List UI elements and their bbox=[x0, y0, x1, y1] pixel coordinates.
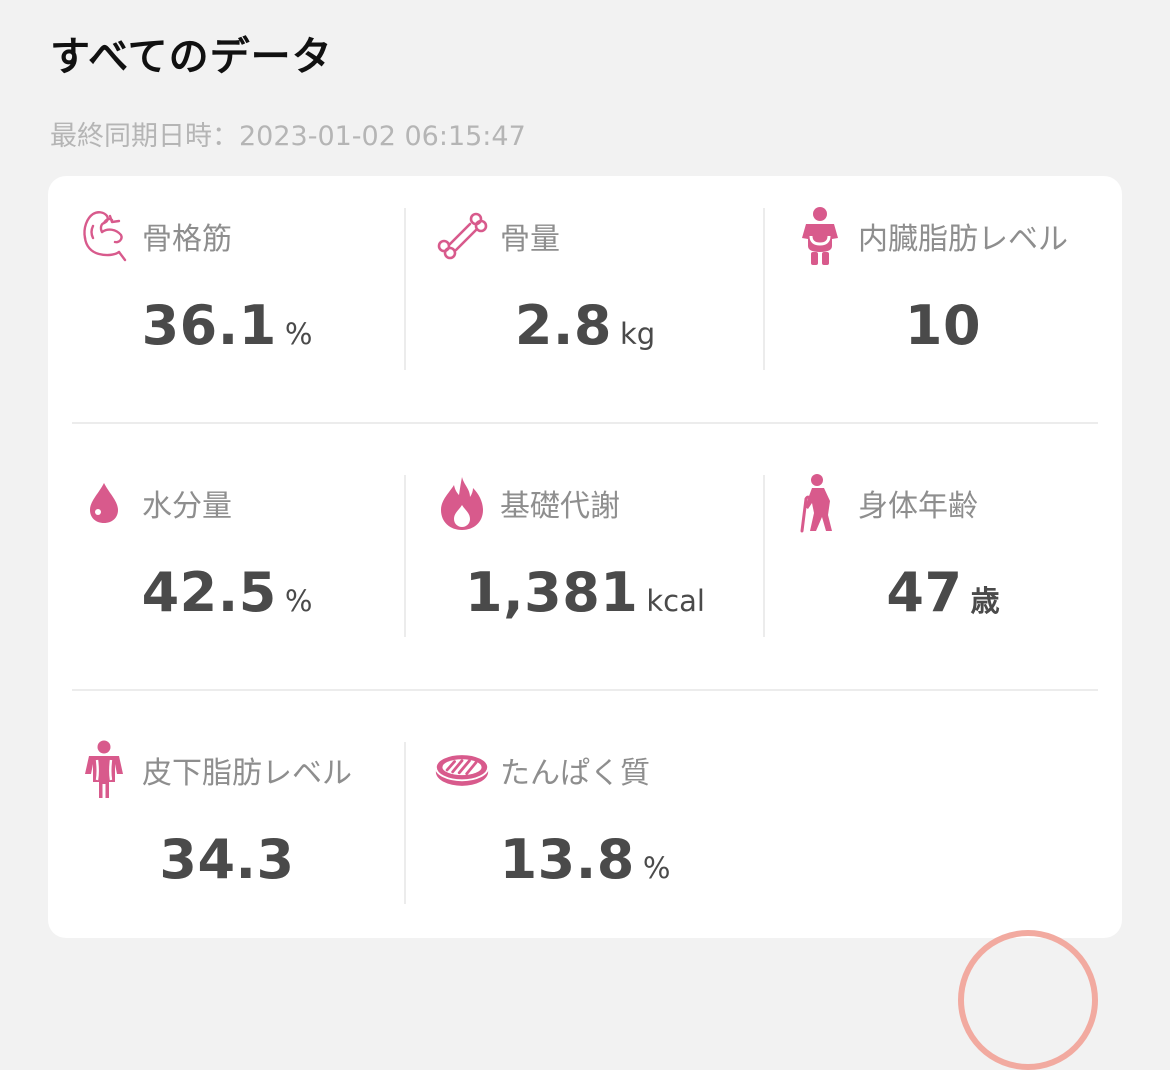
last-sync-timestamp: 2023-01-02 06:15:47 bbox=[239, 121, 526, 152]
metrics-row: 骨格筋 36.1% 骨量 2.8 kg 内臓脂肪レベル 10 bbox=[48, 176, 1122, 442]
metric-unit: kg bbox=[619, 317, 656, 351]
floating-action-button[interactable] bbox=[958, 930, 1098, 1070]
metrics-row: 水分量 42.5% 基礎代謝 1,381 kcal 身体年齢 47 歳 bbox=[48, 443, 1122, 709]
metric-value: 1,381 kcal bbox=[406, 561, 764, 624]
water-drop-icon bbox=[76, 473, 132, 533]
metric-body-water[interactable]: 水分量 42.5% bbox=[48, 443, 406, 709]
metric-number: 47 bbox=[886, 561, 963, 624]
metric-number: 10 bbox=[904, 294, 982, 357]
visceral-fat-icon bbox=[792, 206, 848, 266]
last-sync-info: 最終同期日時：2023-01-02 06:15:47 bbox=[50, 114, 526, 153]
metric-value: 36.1% bbox=[48, 294, 406, 357]
metric-label: 水分量 bbox=[142, 489, 232, 524]
metric-value: 2.8 kg bbox=[406, 294, 764, 357]
metric-skeletal-muscle[interactable]: 骨格筋 36.1% bbox=[48, 176, 406, 442]
metric-body-age[interactable]: 身体年齢 47 歳 bbox=[764, 443, 1122, 709]
page-title: すべてのデータ bbox=[50, 34, 333, 80]
metric-value: 13.8% bbox=[406, 828, 764, 891]
metrics-card: 骨格筋 36.1% 骨量 2.8 kg 内臓脂肪レベル 10 水分量 42.5 … bbox=[48, 176, 1122, 938]
metric-subcutaneous-fat[interactable]: 皮下脂肪レベル 34.3 bbox=[48, 710, 406, 976]
metric-number: 13.8 bbox=[499, 828, 635, 891]
elderly-person-icon bbox=[792, 473, 848, 533]
flame-icon bbox=[434, 473, 490, 533]
metric-basal-metabolism[interactable]: 基礎代謝 1,381 kcal bbox=[406, 443, 764, 709]
metric-label: 骨格筋 bbox=[142, 222, 232, 257]
metric-label: 内臓脂肪レベル bbox=[858, 222, 1068, 257]
metric-label: 基礎代謝 bbox=[500, 489, 620, 524]
metric-number: 36.1 bbox=[141, 294, 277, 357]
metric-unit: % bbox=[642, 851, 671, 885]
steak-icon bbox=[434, 740, 490, 800]
metric-value: 10 bbox=[764, 294, 1122, 357]
divider bbox=[72, 422, 1098, 424]
bone-icon bbox=[434, 206, 490, 266]
metric-unit: % bbox=[284, 317, 313, 351]
metric-label: たんぱく質 bbox=[500, 756, 650, 791]
metric-label: 身体年齢 bbox=[858, 489, 978, 524]
metric-unit: kcal bbox=[646, 584, 705, 618]
metric-unit: 歳 bbox=[970, 584, 1000, 618]
metric-number: 42.5 bbox=[141, 561, 277, 624]
metric-visceral-fat[interactable]: 内臓脂肪レベル 10 bbox=[764, 176, 1122, 442]
metric-label: 皮下脂肪レベル bbox=[142, 756, 352, 791]
metric-number: 1,381 bbox=[465, 561, 639, 624]
metric-bone-mass[interactable]: 骨量 2.8 kg bbox=[406, 176, 764, 442]
subcutaneous-fat-icon bbox=[76, 740, 132, 800]
last-sync-label: 最終同期日時： bbox=[50, 121, 239, 152]
metric-label: 骨量 bbox=[500, 222, 560, 257]
metric-number: 2.8 bbox=[514, 294, 612, 357]
metric-value: 34.3 bbox=[48, 828, 406, 891]
muscle-icon bbox=[76, 206, 132, 266]
metric-value: 42.5% bbox=[48, 561, 406, 624]
metric-value: 47 歳 bbox=[764, 561, 1122, 624]
divider bbox=[72, 689, 1098, 691]
metrics-row: 皮下脂肪レベル 34.3 たんぱく質 13.8% bbox=[48, 710, 1122, 976]
metric-unit: % bbox=[284, 584, 313, 618]
metric-number: 34.3 bbox=[159, 828, 295, 891]
metric-protein[interactable]: たんぱく質 13.8% bbox=[406, 710, 764, 976]
